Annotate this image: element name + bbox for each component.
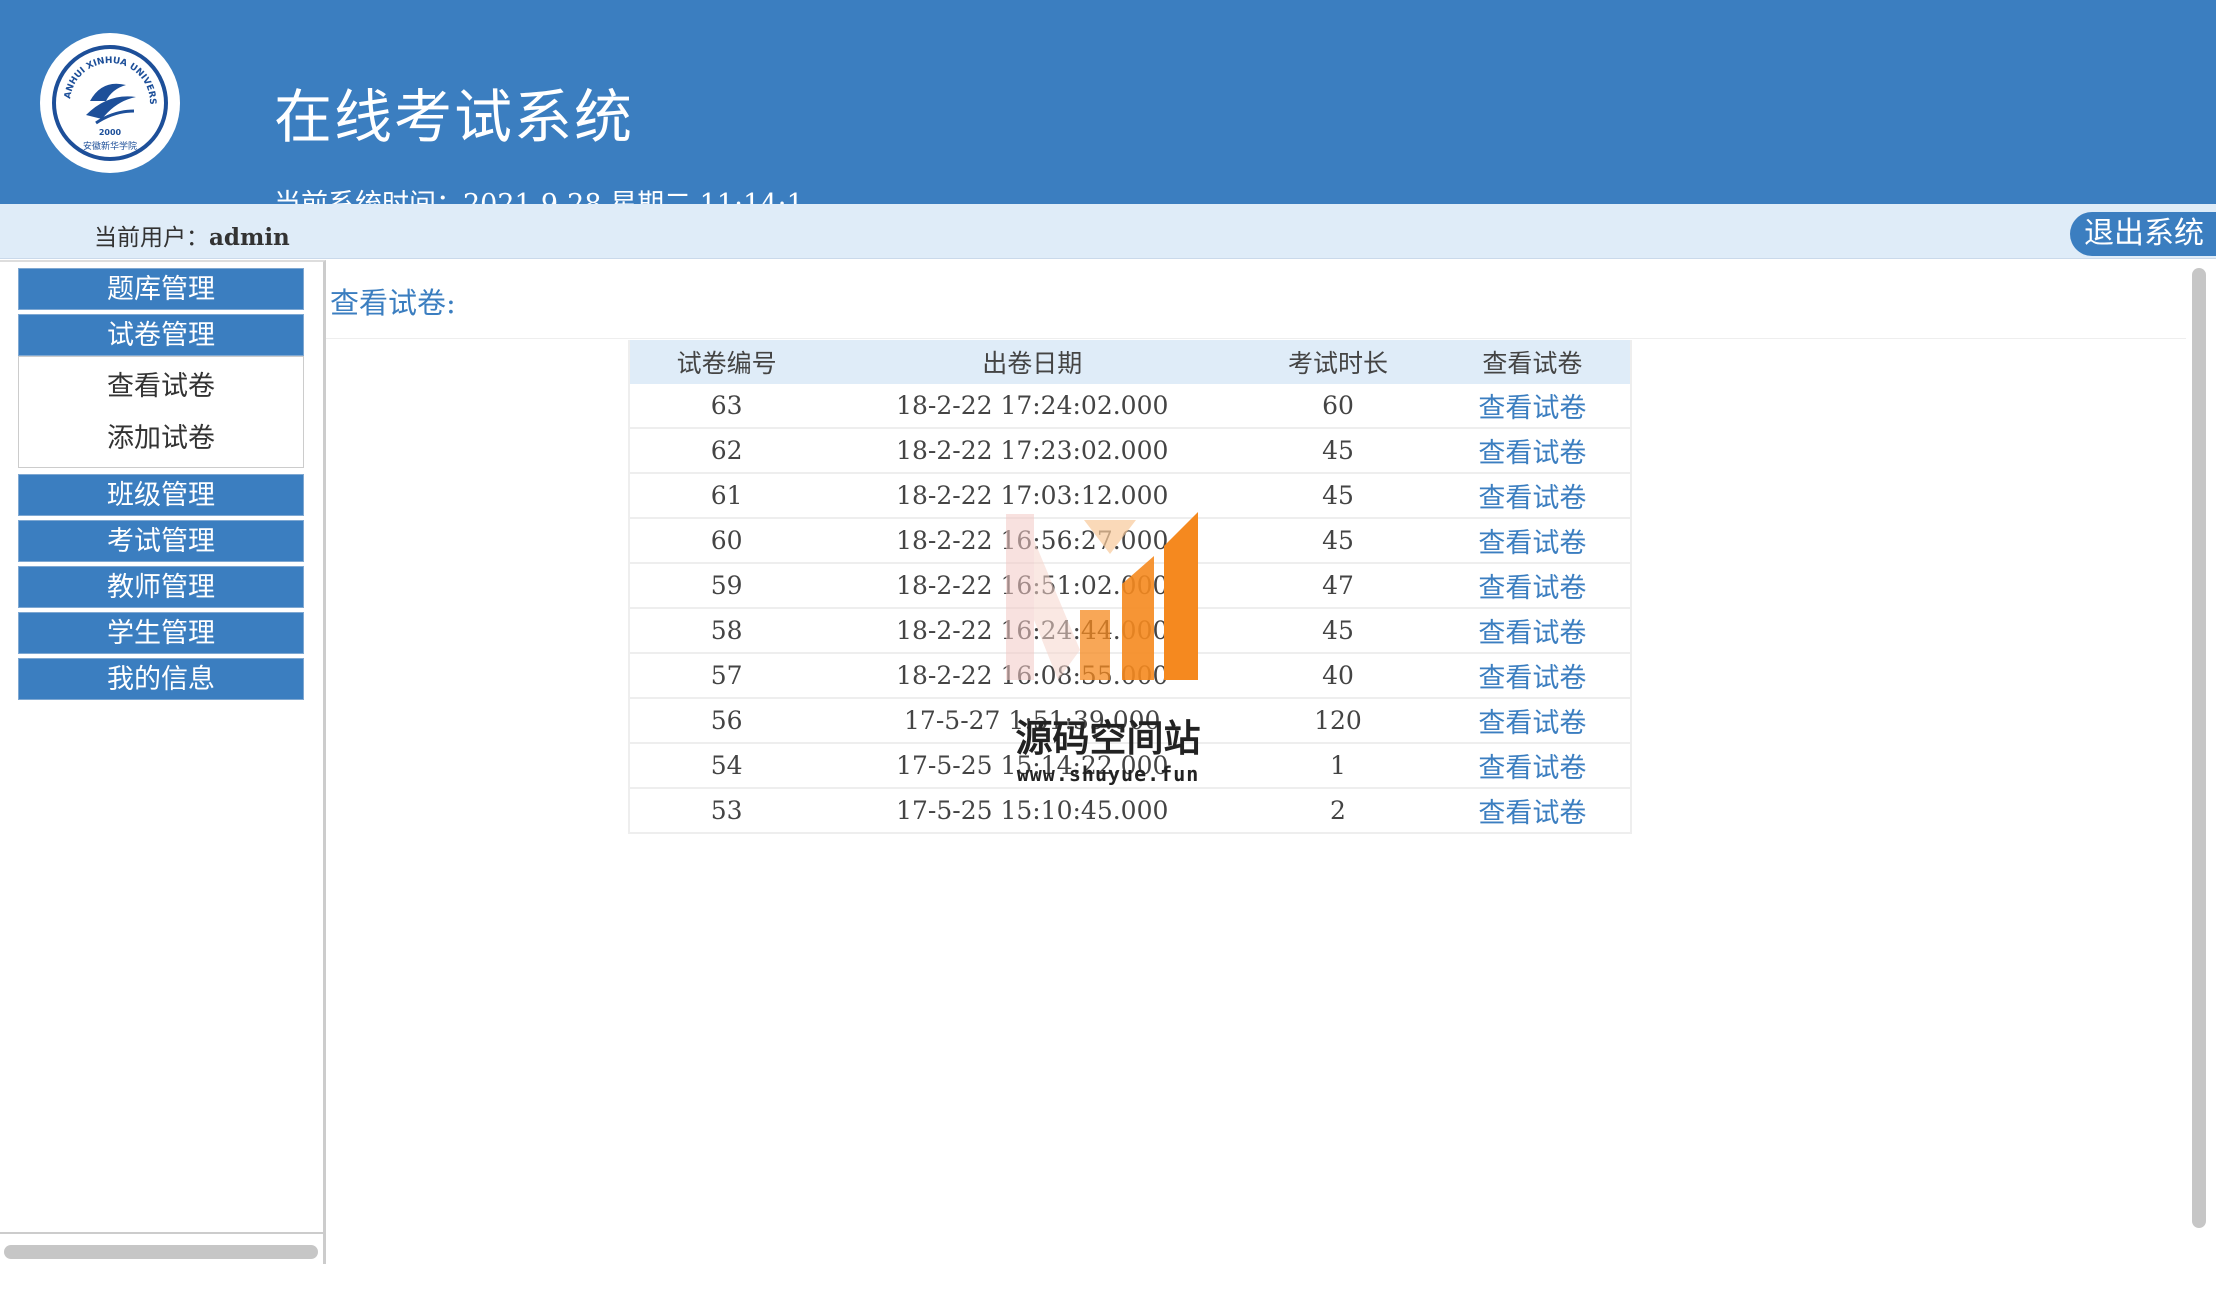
header-banner: ANHUI XINHUA UNIVERSITY 2000 安徽新华学院 在线考试… <box>0 0 2216 204</box>
table-row: 57 18-2-22 16:08:55.000 40 查看试卷 <box>627 653 1633 699</box>
table-row: 60 18-2-22 16:56:27.000 45 查看试卷 <box>627 518 1633 564</box>
paper-duration-cell: 40 <box>1241 653 1435 699</box>
sidebar-item-teacher-management[interactable]: 教师管理 <box>18 566 304 608</box>
sidebar-item-student-management[interactable]: 学生管理 <box>18 612 304 654</box>
column-header-view: 查看试卷 <box>1434 340 1633 384</box>
paper-management-submenu: 查看试卷 添加试卷 <box>18 356 304 468</box>
table-row: 62 18-2-22 17:23:02.000 45 查看试卷 <box>627 428 1633 474</box>
column-header-date: 出卷日期 <box>823 340 1242 384</box>
current-user: 当前用户：admin <box>94 218 290 252</box>
user-bar: 当前用户：admin 退出系统 <box>0 204 2216 259</box>
paper-id-cell: 56 <box>627 698 824 744</box>
column-header-duration: 考试时长 <box>1241 340 1435 384</box>
view-paper-cell: 查看试卷 <box>1434 698 1633 744</box>
paper-date-cell: 18-2-22 16:51:02.000 <box>823 563 1242 609</box>
paper-id-cell: 60 <box>627 518 824 564</box>
view-paper-link[interactable]: 查看试卷 <box>1478 798 1586 829</box>
sidebar-item-class-management[interactable]: 班级管理 <box>18 474 304 516</box>
logo-year: 2000 <box>99 128 122 137</box>
paper-id-cell: 53 <box>627 788 824 834</box>
view-paper-cell: 查看试卷 <box>1434 788 1633 834</box>
logo-subtext: 安徽新华学院 <box>83 140 137 152</box>
paper-id-cell: 57 <box>627 653 824 699</box>
vertical-scrollbar[interactable] <box>2192 268 2206 1228</box>
horizontal-scrollbar[interactable] <box>4 1245 318 1259</box>
page-title: 查看试卷: <box>330 286 456 320</box>
university-logo: ANHUI XINHUA UNIVERSITY 2000 安徽新华学院 <box>40 33 180 173</box>
sidebar-scroll-area <box>0 1232 323 1264</box>
paper-date-cell: 18-2-22 17:03:12.000 <box>823 473 1242 519</box>
paper-id-cell: 54 <box>627 743 824 789</box>
paper-date-cell: 17-5-27 1:51:39.000 <box>823 698 1242 744</box>
sidebar-item-exam-management[interactable]: 考试管理 <box>18 520 304 562</box>
paper-duration-cell: 45 <box>1241 428 1435 474</box>
paper-duration-cell: 1 <box>1241 743 1435 789</box>
paper-duration-cell: 45 <box>1241 608 1435 654</box>
view-paper-link[interactable]: 查看试卷 <box>1478 483 1586 514</box>
main-content: 查看试卷: 试卷编号 出卷日期 考试时长 查看试卷 63 18-2-22 17:… <box>326 260 2216 1302</box>
paper-date-cell: 18-2-22 16:24:44.000 <box>823 608 1242 654</box>
view-paper-cell: 查看试卷 <box>1434 608 1633 654</box>
paper-id-cell: 58 <box>627 608 824 654</box>
current-username: admin <box>209 224 290 251</box>
table-row: 63 18-2-22 17:24:02.000 60 查看试卷 <box>627 384 1633 429</box>
view-paper-link[interactable]: 查看试卷 <box>1478 753 1586 784</box>
table-row: 54 17-5-25 15:14:22.000 1 查看试卷 <box>627 743 1633 789</box>
paper-duration-cell: 45 <box>1241 473 1435 519</box>
table-row: 58 18-2-22 16:24:44.000 45 查看试卷 <box>627 608 1633 654</box>
system-title: 在线考试系统 <box>274 83 635 151</box>
paper-date-cell: 18-2-22 16:56:27.000 <box>823 518 1242 564</box>
table-header-row: 试卷编号 出卷日期 考试时长 查看试卷 <box>627 340 1633 384</box>
paper-id-cell: 61 <box>627 473 824 519</box>
paper-date-cell: 18-2-22 16:08:55.000 <box>823 653 1242 699</box>
view-paper-cell: 查看试卷 <box>1434 384 1633 429</box>
table-row: 59 18-2-22 16:51:02.000 47 查看试卷 <box>627 563 1633 609</box>
view-paper-link[interactable]: 查看试卷 <box>1478 573 1586 604</box>
paper-id-cell: 63 <box>627 384 824 429</box>
view-paper-link[interactable]: 查看试卷 <box>1478 393 1586 424</box>
paper-date-cell: 17-5-25 15:14:22.000 <box>823 743 1242 789</box>
paper-id-cell: 62 <box>627 428 824 474</box>
paper-date-cell: 18-2-22 17:24:02.000 <box>823 384 1242 429</box>
sidebar: 题库管理 试卷管理 查看试卷 添加试卷 班级管理 考试管理 教师管理 学生管理 … <box>0 260 326 1264</box>
paper-duration-cell: 45 <box>1241 518 1435 564</box>
view-paper-link[interactable]: 查看试卷 <box>1478 708 1586 739</box>
view-paper-cell: 查看试卷 <box>1434 473 1633 519</box>
university-seal-icon: ANHUI XINHUA UNIVERSITY 2000 安徽新华学院 <box>56 49 157 152</box>
current-user-label: 当前用户： <box>94 225 209 251</box>
view-paper-link[interactable]: 查看试卷 <box>1478 663 1586 694</box>
paper-duration-cell: 2 <box>1241 788 1435 834</box>
view-paper-link[interactable]: 查看试卷 <box>1478 528 1586 559</box>
system-time: 当前系统时间：2021-9-28 星期二 11:14:1 <box>274 182 804 204</box>
sidebar-menu: 题库管理 试卷管理 查看试卷 添加试卷 班级管理 考试管理 教师管理 学生管理 … <box>18 268 304 704</box>
view-paper-cell: 查看试卷 <box>1434 428 1633 474</box>
paper-duration-cell: 47 <box>1241 563 1435 609</box>
paper-id-cell: 59 <box>627 563 824 609</box>
sidebar-item-question-bank[interactable]: 题库管理 <box>18 268 304 310</box>
sidebar-item-paper-management[interactable]: 试卷管理 <box>18 314 304 356</box>
logout-button[interactable]: 退出系统 <box>2070 212 2216 256</box>
submenu-item-view-papers[interactable]: 查看试卷 <box>19 361 303 413</box>
papers-table: 试卷编号 出卷日期 考试时长 查看试卷 63 18-2-22 17:24:02.… <box>627 340 1633 834</box>
view-paper-cell: 查看试卷 <box>1434 653 1633 699</box>
sidebar-item-my-info[interactable]: 我的信息 <box>18 658 304 700</box>
paper-date-cell: 17-5-25 15:10:45.000 <box>823 788 1242 834</box>
view-paper-cell: 查看试卷 <box>1434 518 1633 564</box>
table-row: 53 17-5-25 15:10:45.000 2 查看试卷 <box>627 788 1633 834</box>
view-paper-cell: 查看试卷 <box>1434 743 1633 789</box>
view-paper-cell: 查看试卷 <box>1434 563 1633 609</box>
column-header-paper-id: 试卷编号 <box>627 340 824 384</box>
heading-divider <box>326 338 2186 339</box>
paper-duration-cell: 120 <box>1241 698 1435 744</box>
view-paper-link[interactable]: 查看试卷 <box>1478 438 1586 469</box>
paper-duration-cell: 60 <box>1241 384 1435 429</box>
submenu-item-add-paper[interactable]: 添加试卷 <box>19 413 303 465</box>
table-row: 56 17-5-27 1:51:39.000 120 查看试卷 <box>627 698 1633 744</box>
view-paper-link[interactable]: 查看试卷 <box>1478 618 1586 649</box>
paper-date-cell: 18-2-22 17:23:02.000 <box>823 428 1242 474</box>
table-row: 61 18-2-22 17:03:12.000 45 查看试卷 <box>627 473 1633 519</box>
